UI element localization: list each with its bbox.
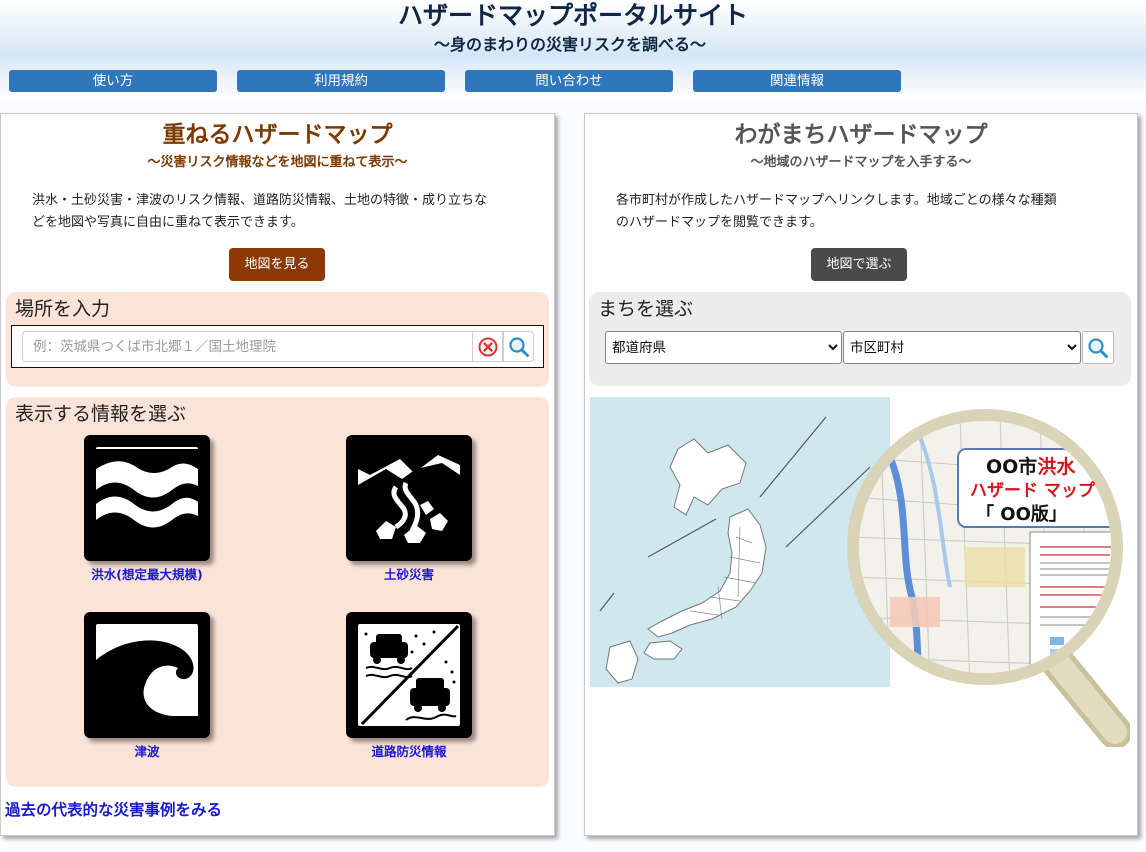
- clear-button[interactable]: [472, 331, 503, 362]
- nav-related-info-button[interactable]: 関連情報: [693, 70, 901, 92]
- tsunami-layer-item[interactable]: 津波: [47, 612, 247, 760]
- landslide-layer-item[interactable]: 土砂災害: [309, 435, 509, 583]
- select-on-map-button[interactable]: 地図で選ぶ: [811, 248, 907, 281]
- left-desc-line: どを地図や写真に自由に重ねて表示できます。: [32, 215, 304, 230]
- road-disaster-icon: [346, 612, 472, 738]
- location-input-box: 場所を入力: [6, 292, 549, 387]
- town-box-title: まちを選ぶ: [598, 298, 694, 320]
- city-select[interactable]: 市区町村: [843, 331, 1081, 364]
- tsunami-icon: [84, 612, 210, 738]
- left-panel-description: 洪水・土砂災害・津波のリスク情報、道路防災情報、土地の特徴・成り立ちな どを地図…: [32, 190, 487, 234]
- view-map-button[interactable]: 地図を見る: [229, 248, 325, 281]
- flood-layer-item[interactable]: 洪水(想定最大規模): [47, 435, 247, 583]
- nav-how-to-use-button[interactable]: 使い方: [9, 70, 217, 92]
- japan-map-image: [590, 397, 1132, 749]
- town-search-button[interactable]: [1082, 331, 1114, 364]
- flood-label: 洪水(想定最大規模): [91, 567, 203, 582]
- left-panel-title: 重ねるハザードマップ: [162, 122, 393, 148]
- right-desc-line: 各市町村が作成したハザードマップへリンクします。地域ごとの様々な種類: [616, 193, 1057, 208]
- sample-city-text: OO市: [986, 456, 1038, 478]
- clear-icon: [478, 337, 497, 356]
- sample-edition-text: 「 OO版」: [976, 504, 1067, 525]
- right-panel-description: 各市町村が作成したハザードマップへリンクします。地域ごとの様々な種類 のハザード…: [616, 190, 1057, 234]
- nav-terms-button[interactable]: 利用規約: [237, 70, 445, 92]
- search-icon: [1088, 337, 1108, 358]
- right-desc-line: のハザードマップを閲覧できます。: [616, 215, 823, 230]
- landslide-icon: [346, 435, 472, 561]
- sample-hazard-map-text: ハザード マップ: [970, 481, 1095, 501]
- hazard-map-illustration[interactable]: OO市洪水 ハザード マップ 「 OO版」: [590, 397, 1132, 749]
- location-search-form: [11, 325, 544, 368]
- local-hazard-map-panel: わがまちハザードマップ 〜地域のハザードマップを入手する〜 各市町村が作成したハ…: [584, 113, 1138, 836]
- sample-map-label: OO市洪水 ハザード マップ 「 OO版」: [968, 455, 1128, 527]
- search-icon: [508, 336, 529, 357]
- location-search-input[interactable]: [22, 331, 473, 362]
- right-panel-subtitle: 〜地域のハザードマップを入手する〜: [750, 155, 972, 170]
- past-disasters-link[interactable]: 過去の代表的な災害事例をみる: [5, 800, 222, 820]
- prefecture-select[interactable]: 都道府県: [605, 331, 842, 364]
- road-disaster-label: 道路防災情報: [371, 744, 447, 759]
- flood-icon: [84, 435, 210, 561]
- overlay-hazard-map-panel: 重ねるハザードマップ 〜災害リスク情報などを地図に重ねて表示〜 洪水・土砂災害・…: [0, 113, 555, 836]
- tsunami-label: 津波: [134, 744, 160, 759]
- road-disaster-layer-item[interactable]: 道路防災情報: [309, 612, 509, 760]
- landslide-label: 土砂災害: [383, 567, 434, 582]
- nav-contact-button[interactable]: 問い合わせ: [465, 70, 673, 92]
- location-search-button[interactable]: [503, 331, 534, 362]
- info-select-box: 表示する情報を選ぶ 洪水(想定最大規模) 土砂災害 津波 道路防災情報: [6, 397, 549, 787]
- location-box-title: 場所を入力: [15, 298, 111, 320]
- left-desc-line: 洪水・土砂災害・津波のリスク情報、道路防災情報、土地の特徴・成り立ちな: [32, 193, 488, 208]
- site-subtitle: 〜身のまわりの災害リスクを調べる〜: [433, 35, 706, 54]
- sample-flood-text: 洪水: [1037, 456, 1076, 478]
- site-header: ハザードマップポータルサイト 〜身のまわりの災害リスクを調べる〜 使い方 利用規…: [0, 0, 1146, 100]
- info-box-title: 表示する情報を選ぶ: [15, 403, 187, 425]
- site-title: ハザードマップポータルサイト: [397, 1, 748, 30]
- left-panel-subtitle: 〜災害リスク情報などを地図に重ねて表示〜: [147, 155, 408, 170]
- town-select-box: まちを選ぶ 都道府県 市区町村: [589, 292, 1131, 386]
- right-panel-title: わがまちハザードマップ: [734, 122, 988, 148]
